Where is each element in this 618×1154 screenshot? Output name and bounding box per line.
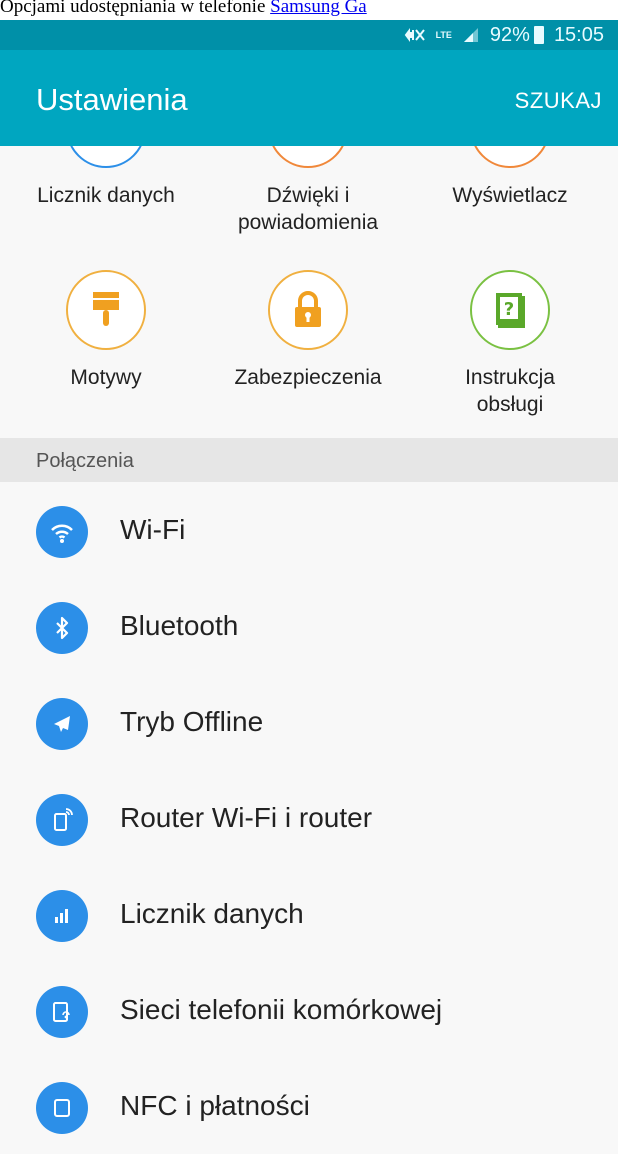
quick-setting-themes[interactable]: Motywy [6,270,206,440]
nfc-icon [36,1082,88,1134]
mute-vibrate-icon [404,26,426,44]
help-book-icon: ? [470,270,550,350]
caption-text: Opcjami udostępniania w telefonie [0,0,271,17]
quick-setting-data-usage[interactable]: Licznik danych [6,146,206,276]
hotspot-icon [36,794,88,846]
data-usage-icon [36,890,88,942]
page-title: Ustawienia [36,82,188,117]
lte-label: LTE [435,29,452,40]
list-item-airplane-mode[interactable]: Tryb Offline [0,674,618,770]
wifi-icon [36,506,88,558]
list-item-label: Wi-Fi [120,514,186,545]
bluetooth-icon [36,602,88,654]
quick-setting-label: Dźwięki i powiadomienia [237,184,379,234]
quick-settings-grid: Licznik danych Dźwięki i powiadomienia W… [0,146,618,446]
display-icon [470,146,550,168]
page-caption: Opcjami udostępniania w telefonie Samsun… [0,0,618,20]
lte-indicator: LTE [435,29,452,40]
quick-setting-label: Zabezpieczenia [234,366,382,389]
battery-icon [533,26,544,44]
search-button[interactable]: SZUKAJ [515,88,602,114]
paintbrush-icon [66,270,146,350]
list-item-mobile-networks[interactable]: Sieci telefonii komórkowej [0,962,618,1058]
app-bar: Ustawienia SZUKAJ [0,50,618,146]
mobile-network-icon [36,986,88,1038]
list-item-label: Sieci telefonii komórkowej [120,994,443,1025]
section-title: Połączenia [36,450,134,472]
sound-icon [268,146,348,168]
list-item-label: Bluetooth [120,610,239,641]
caption-link[interactable]: Samsung Ga [270,0,367,17]
quick-setting-label: Motywy [70,366,142,389]
list-item-label: Router Wi-Fi i router [120,802,373,833]
quick-setting-label: Instrukcja obsługi [465,366,555,416]
quick-setting-manual[interactable]: ? Instrukcja obsługi [410,270,610,440]
list-item-bluetooth[interactable]: Bluetooth [0,578,618,674]
battery-level: 92% [489,23,530,46]
list-item-wifi[interactable]: Wi-Fi [0,482,618,578]
quick-setting-label: Wyświetlacz [452,184,568,207]
quick-setting-sounds[interactable]: Dźwięki i powiadomienia [208,146,408,276]
signal-icon [462,26,480,44]
airplane-icon [36,698,88,750]
svg-text:?: ? [504,299,514,320]
lock-icon [268,270,348,350]
clock: 15:05 [553,23,604,46]
section-header-connections: Połączenia [0,438,618,482]
list-item-label: Tryb Offline [120,706,264,737]
data-usage-icon [66,146,146,168]
quick-setting-label: Licznik danych [37,184,175,207]
quick-setting-security[interactable]: Zabezpieczenia [208,270,408,440]
list-item-nfc[interactable]: NFC i płatności [0,1058,618,1154]
list-item-label: Licznik danych [120,898,304,929]
list-item-data-usage[interactable]: Licznik danych [0,866,618,962]
list-item-label: NFC i płatności [120,1090,310,1121]
status-bar: LTE 92% 15:05 [0,20,618,50]
quick-setting-display[interactable]: Wyświetlacz [410,146,610,276]
list-item-hotspot[interactable]: Router Wi-Fi i router [0,770,618,866]
